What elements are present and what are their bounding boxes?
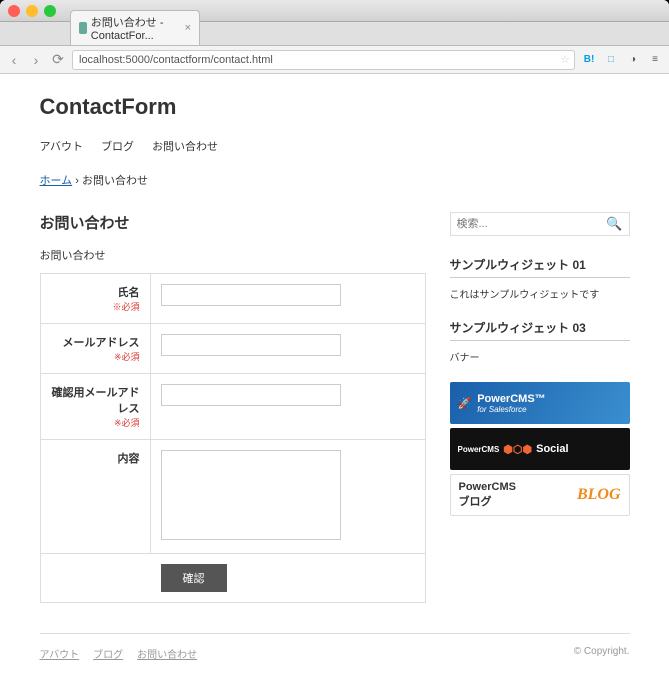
global-nav: アバウト ブログ お問い合わせ: [40, 138, 630, 154]
widget-03-text: バナー: [450, 349, 630, 364]
gnav-blog[interactable]: ブログ: [101, 138, 134, 154]
label-email-confirm: 確認用メールアドレス: [52, 387, 140, 415]
main-column: お問い合わせ お問い合わせ 氏名 ※必須 メールアドレス: [40, 212, 426, 603]
widget-01-title: サンプルウィジェット 01: [450, 256, 630, 278]
label-email: メールアドレス: [63, 337, 140, 349]
tab-title: お問い合わせ - ContactFor...: [91, 14, 181, 42]
footer-nav: アバウト ブログ お問い合わせ: [40, 646, 198, 661]
footer: アバウト ブログ お問い合わせ © Copyright.: [40, 633, 630, 673]
breadcrumb: ホーム › お問い合わせ: [40, 172, 630, 188]
page-title: お問い合わせ: [40, 212, 426, 233]
url-text: localhost:5000/contactform/contact.html: [79, 54, 273, 66]
banner1-line2: for Salesforce: [477, 405, 545, 414]
input-name[interactable]: [161, 284, 341, 306]
confirm-button[interactable]: 確認: [161, 564, 227, 592]
form-subtitle: お問い合わせ: [40, 247, 426, 263]
ext-icon-2[interactable]: □: [603, 52, 619, 68]
copyright: © Copyright.: [574, 646, 630, 661]
input-email-confirm[interactable]: [161, 384, 341, 406]
menu-icon[interactable]: ≡: [647, 52, 663, 68]
hex-icon: ⬢⬡⬢: [503, 443, 532, 456]
required-name: ※必須: [112, 302, 139, 312]
bookmark-star-icon[interactable]: ☆: [560, 53, 570, 66]
label-body: 内容: [118, 453, 140, 465]
window-close-button[interactable]: [8, 5, 20, 17]
hatena-ext-icon[interactable]: B!: [581, 52, 597, 68]
favicon: [79, 22, 87, 34]
required-email-confirm: ※必須: [114, 418, 140, 428]
site-title: ContactForm: [40, 94, 630, 120]
tab-close-icon[interactable]: ×: [185, 22, 191, 34]
page: ContactForm アバウト ブログ お問い合わせ ホーム › お問い合わせ…: [40, 94, 630, 676]
breadcrumb-current: お問い合わせ: [82, 175, 148, 187]
banner-social[interactable]: PowerCMS ⬢⬡⬢ Social: [450, 428, 630, 470]
extension-icons: B! □ ◑ ≡: [581, 52, 663, 68]
widget-01: サンプルウィジェット 01 これはサンプルウィジェットです: [450, 256, 630, 301]
url-field[interactable]: localhost:5000/contactform/contact.html …: [72, 50, 575, 70]
banner3-right: BLOG: [577, 486, 621, 504]
footer-nav-about[interactable]: アバウト: [40, 646, 80, 661]
contact-form: 氏名 ※必須 メールアドレス ※必須: [40, 273, 426, 603]
breadcrumb-sep: ›: [75, 175, 79, 187]
gnav-contact[interactable]: お問い合わせ: [152, 138, 218, 154]
input-email[interactable]: [161, 334, 341, 356]
window-minimize-button[interactable]: [26, 5, 38, 17]
search-icon[interactable]: 🔍: [606, 216, 622, 232]
pocket-ext-icon[interactable]: ◑: [625, 52, 641, 68]
input-body[interactable]: [161, 450, 341, 540]
footer-nav-contact[interactable]: お問い合わせ: [137, 646, 197, 661]
banner3-left1: PowerCMS: [459, 481, 516, 493]
search-input[interactable]: [457, 218, 607, 230]
forward-button[interactable]: ›: [28, 52, 44, 68]
tab-bar: お問い合わせ - ContactFor... ×: [0, 22, 669, 46]
breadcrumb-home[interactable]: ホーム: [40, 175, 73, 187]
required-email: ※必須: [114, 352, 140, 362]
reload-button[interactable]: ⟳: [50, 52, 66, 68]
browser-window: お問い合わせ - ContactFor... × ‹ › ⟳ localhost…: [0, 0, 669, 676]
widget-03-title: サンプルウィジェット 03: [450, 319, 630, 341]
banner3-left2: ブログ: [459, 493, 516, 509]
banner-salesforce[interactable]: 🚀 PowerCMS™ for Salesforce: [450, 382, 630, 424]
address-bar: ‹ › ⟳ localhost:5000/contactform/contact…: [0, 46, 669, 74]
back-button[interactable]: ‹: [6, 52, 22, 68]
gnav-about[interactable]: アバウト: [40, 138, 84, 154]
label-name: 氏名: [118, 287, 140, 299]
banner2-left: PowerCMS: [458, 445, 500, 454]
sidebar: 🔍 サンプルウィジェット 01 これはサンプルウィジェットです サンプルウィジェ…: [450, 212, 630, 603]
banner-blog[interactable]: PowerCMS ブログ BLOG: [450, 474, 630, 516]
search-box[interactable]: 🔍: [450, 212, 630, 236]
widget-01-text: これはサンプルウィジェットです: [450, 286, 630, 301]
viewport: ContactForm アバウト ブログ お問い合わせ ホーム › お問い合わせ…: [0, 74, 669, 676]
banner2-right: Social: [536, 443, 568, 455]
banner1-line1: PowerCMS™: [477, 393, 545, 405]
rocket-icon: 🚀: [458, 397, 472, 410]
footer-nav-blog[interactable]: ブログ: [93, 646, 123, 661]
window-maximize-button[interactable]: [44, 5, 56, 17]
browser-tab[interactable]: お問い合わせ - ContactFor... ×: [70, 10, 200, 45]
widget-03: サンプルウィジェット 03 バナー 🚀 PowerCMS™ for Salesf…: [450, 319, 630, 516]
